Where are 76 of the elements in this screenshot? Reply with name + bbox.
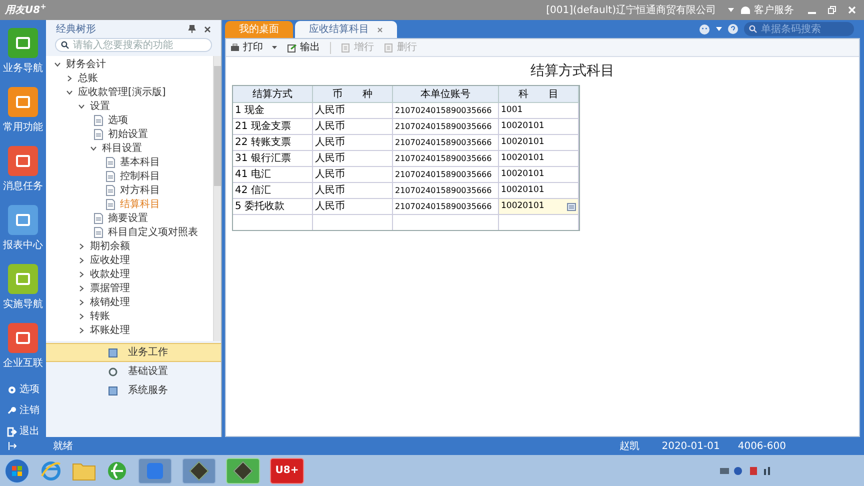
- tree-item[interactable]: 应收款管理[演示版]: [78, 84, 166, 100]
- table-cell: 21 现金支票: [233, 119, 313, 134]
- module-label[interactable]: 消息任务: [3, 179, 43, 194]
- section-tab[interactable]: 业务工作: [46, 343, 221, 362]
- table-cell: 人民币: [313, 103, 393, 118]
- table-cell: 41 电汇: [233, 167, 313, 182]
- table-cell: 1 现金: [233, 103, 313, 118]
- table-cell: 人民币: [313, 135, 393, 150]
- table-cell: 人民币: [313, 119, 393, 134]
- table-cell: 1001: [499, 103, 579, 118]
- table-cell: 10020101: [499, 135, 579, 150]
- tree-item[interactable]: 设置: [90, 98, 110, 114]
- table-cell: 人民币: [313, 151, 393, 166]
- table-cell: 22 转账支票: [233, 135, 313, 150]
- table-cell: 10020101: [499, 167, 579, 182]
- column-header[interactable]: 结算方式: [233, 86, 313, 102]
- table-cell: 2107024015890035666: [393, 135, 499, 150]
- search-field[interactable]: 单据条码搜索: [744, 22, 854, 36]
- section-tab[interactable]: 系统服务: [46, 381, 221, 400]
- table-cell: 42 信汇: [233, 183, 313, 198]
- module-label[interactable]: 实施导航: [3, 297, 43, 312]
- table-cell: 31 银行汇票: [233, 151, 313, 166]
- table-cell: 2107024015890035666: [393, 183, 499, 198]
- toolbar-button[interactable]: 输出: [287, 40, 320, 55]
- nav-link[interactable]: 选项: [20, 382, 40, 397]
- table-cell: 5 委托收款: [233, 199, 313, 214]
- table-cell: 2107024015890035666: [393, 151, 499, 166]
- module-label[interactable]: 报表中心: [3, 238, 43, 253]
- table-cell: 2107024015890035666: [393, 167, 499, 182]
- tree-item[interactable]: 财务会计: [66, 56, 106, 72]
- tab[interactable]: 应收结算科目: [295, 21, 397, 38]
- table-cell: 10020101: [499, 119, 579, 134]
- column-header[interactable]: 币 种: [313, 86, 393, 102]
- tree-item[interactable]: 基本科目: [120, 154, 160, 170]
- tree-item[interactable]: 对方科目: [120, 182, 160, 198]
- tree-item[interactable]: 期初余额: [90, 238, 130, 254]
- toolbar-button[interactable]: 打印: [230, 40, 277, 55]
- module-label[interactable]: 业务导航: [3, 61, 43, 76]
- table-cell: 人民币: [313, 199, 393, 214]
- tree-item[interactable]: 科目设置: [102, 140, 142, 156]
- search-field[interactable]: 请输入您要搜索的功能: [55, 38, 212, 52]
- tree-item[interactable]: 应收处理: [90, 252, 130, 268]
- page-title: 结算方式科目: [530, 62, 614, 81]
- taskbar-app[interactable]: U8+: [270, 458, 304, 484]
- company-name: [001](default)辽宁恒通商贸有限公司: [546, 4, 716, 18]
- nav-link[interactable]: 注销: [20, 403, 40, 418]
- user-name: 赵凯: [620, 440, 640, 454]
- table-cell: 2107024015890035666: [393, 119, 499, 134]
- table-cell: 人民币: [313, 183, 393, 198]
- table-cell: 10020101: [499, 183, 579, 198]
- tree-item[interactable]: 票据管理: [90, 280, 130, 296]
- column-header[interactable]: 科 目: [499, 86, 579, 102]
- phone-number: 4006-600: [738, 440, 786, 454]
- module-label[interactable]: 企业互联: [3, 356, 43, 371]
- tree-item[interactable]: 初始设置: [108, 126, 148, 142]
- nav-link[interactable]: 退出: [20, 424, 40, 439]
- cell-input[interactable]: 10020101: [499, 199, 579, 214]
- tree-item[interactable]: 转账: [90, 308, 110, 324]
- status-text: 就绪: [53, 440, 74, 454]
- column-header[interactable]: 本单位账号: [393, 86, 499, 102]
- table-cell: 人民币: [313, 167, 393, 182]
- tree-item[interactable]: 总账: [78, 70, 98, 86]
- section-tab[interactable]: 基础设置: [46, 362, 221, 381]
- table-cell: 10020101: [499, 151, 579, 166]
- tree-item[interactable]: 选项: [108, 112, 128, 128]
- tree-item[interactable]: 摘要设置: [108, 210, 148, 226]
- app-logo: 用友U8$^{+}$: [5, 2, 46, 18]
- tree-item[interactable]: 坏账处理: [90, 322, 130, 338]
- panel-title: 经典树形: [56, 22, 97, 36]
- tree-item[interactable]: 科目自定义项对照表: [108, 224, 198, 240]
- table-cell: 2107024015890035666: [393, 103, 499, 118]
- tree-item[interactable]: 控制科目: [120, 168, 160, 184]
- login-date: 2020-01-01: [662, 440, 720, 454]
- tree-item[interactable]: 核销处理: [90, 294, 130, 310]
- tree-item[interactable]: 收款处理: [90, 266, 130, 282]
- module-label[interactable]: 常用功能: [3, 120, 43, 135]
